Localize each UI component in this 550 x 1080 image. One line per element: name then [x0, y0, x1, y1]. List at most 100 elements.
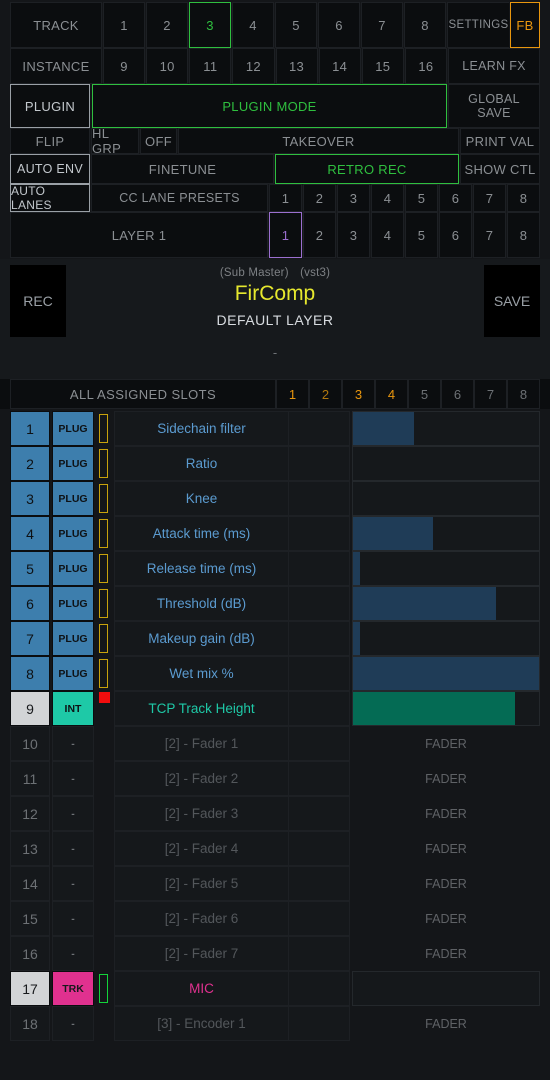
track-button-8[interactable]: 8	[404, 2, 446, 48]
param-type-badge[interactable]: PLUG	[52, 586, 94, 621]
param-label[interactable]: Sidechain filter	[114, 411, 289, 446]
layer-button-5[interactable]: 5	[405, 212, 438, 258]
param-bar[interactable]	[352, 516, 540, 551]
instance-button-16[interactable]: 16	[404, 48, 447, 84]
param-type-badge[interactable]: PLUG	[52, 551, 94, 586]
instance-button-15[interactable]: 15	[361, 48, 404, 84]
param-type-badge[interactable]: INT	[52, 691, 94, 726]
param-type-badge[interactable]: -	[52, 796, 94, 831]
param-type-badge[interactable]: -	[52, 761, 94, 796]
param-marker[interactable]	[97, 1006, 111, 1041]
learn-fx-button[interactable]: LEARN FX	[448, 48, 540, 84]
param-label[interactable]: [2] - Fader 5	[114, 866, 289, 901]
param-index[interactable]: 7	[10, 621, 50, 656]
cc-lane-preset-4[interactable]: 4	[371, 184, 404, 212]
param-type-badge[interactable]: TRK	[52, 971, 94, 1006]
param-fader-label[interactable]: FADER	[352, 796, 540, 831]
param-fader-label[interactable]: FADER	[352, 831, 540, 866]
param-index[interactable]: 15	[10, 901, 50, 936]
layer-button-4[interactable]: 4	[371, 212, 404, 258]
feedback-button[interactable]: FB	[510, 2, 540, 48]
param-marker[interactable]	[97, 656, 111, 691]
retro-rec-button[interactable]: RETRO REC	[275, 154, 459, 184]
param-bar[interactable]	[352, 446, 540, 481]
param-type-badge[interactable]: PLUG	[52, 481, 94, 516]
param-bar[interactable]	[352, 621, 540, 656]
slot-button-5[interactable]: 5	[408, 379, 441, 409]
auto-lanes-button[interactable]: AUTO LANES	[10, 184, 90, 212]
param-fader-label[interactable]: FADER	[352, 761, 540, 796]
param-fader-label[interactable]: FADER	[352, 1006, 540, 1041]
param-type-badge[interactable]: -	[52, 901, 94, 936]
param-index[interactable]: 17	[10, 971, 50, 1006]
param-fader-label[interactable]: FADER	[352, 866, 540, 901]
param-type-badge[interactable]: PLUG	[52, 621, 94, 656]
param-marker[interactable]	[97, 516, 111, 551]
instance-button-12[interactable]: 12	[232, 48, 275, 84]
param-type-badge[interactable]: PLUG	[52, 656, 94, 691]
param-label[interactable]: TCP Track Height	[114, 691, 289, 726]
hl-grp-button[interactable]: HL GRP	[91, 126, 139, 156]
param-label[interactable]: [2] - Fader 3	[114, 796, 289, 831]
off-button[interactable]: OFF	[140, 128, 177, 154]
param-index[interactable]: 13	[10, 831, 50, 866]
param-label[interactable]: Ratio	[114, 446, 289, 481]
param-fader-label[interactable]: FADER	[352, 936, 540, 971]
track-button-7[interactable]: 7	[361, 2, 403, 48]
plugin-mode-button[interactable]: PLUGIN MODE	[92, 84, 447, 128]
param-marker[interactable]	[97, 936, 111, 971]
param-type-badge[interactable]: -	[52, 726, 94, 761]
param-label[interactable]: [2] - Fader 2	[114, 761, 289, 796]
param-fader-label[interactable]: FADER	[352, 726, 540, 761]
track-button-6[interactable]: 6	[318, 2, 360, 48]
cc-lane-preset-8[interactable]: 8	[507, 184, 540, 212]
cc-lane-preset-2[interactable]: 2	[303, 184, 336, 212]
param-label[interactable]: Knee	[114, 481, 289, 516]
param-bar[interactable]	[352, 481, 540, 516]
slot-button-7[interactable]: 7	[474, 379, 507, 409]
param-index[interactable]: 5	[10, 551, 50, 586]
track-button-4[interactable]: 4	[232, 2, 274, 48]
slot-button-8[interactable]: 8	[507, 379, 540, 409]
layer-button-2[interactable]: 2	[303, 212, 336, 258]
cc-lane-preset-6[interactable]: 6	[439, 184, 472, 212]
param-marker[interactable]	[97, 621, 111, 656]
param-type-badge[interactable]: -	[52, 936, 94, 971]
param-bar[interactable]	[352, 551, 540, 586]
param-marker[interactable]	[97, 796, 111, 831]
slot-button-3[interactable]: 3	[342, 379, 375, 409]
param-marker[interactable]	[97, 446, 111, 481]
param-label[interactable]: Release time (ms)	[114, 551, 289, 586]
param-index[interactable]: 1	[10, 411, 50, 446]
param-index[interactable]: 4	[10, 516, 50, 551]
takeover-button[interactable]: TAKEOVER	[178, 128, 459, 154]
track-button-1[interactable]: 1	[103, 2, 145, 48]
slot-button-6[interactable]: 6	[441, 379, 474, 409]
param-index[interactable]: 6	[10, 586, 50, 621]
param-type-badge[interactable]: PLUG	[52, 446, 94, 481]
rec-button[interactable]: REC	[10, 265, 66, 337]
param-index[interactable]: 9	[10, 691, 50, 726]
param-marker[interactable]	[97, 691, 111, 726]
param-marker[interactable]	[97, 866, 111, 901]
layer-button-6[interactable]: 6	[439, 212, 472, 258]
param-marker[interactable]	[97, 481, 111, 516]
param-type-badge[interactable]: -	[52, 866, 94, 901]
instance-button-14[interactable]: 14	[318, 48, 361, 84]
finetune-button[interactable]: FINETUNE	[91, 154, 274, 184]
cc-lane-preset-1[interactable]: 1	[269, 184, 302, 212]
param-marker[interactable]	[97, 901, 111, 936]
track-button-5[interactable]: 5	[275, 2, 317, 48]
param-index[interactable]: 10	[10, 726, 50, 761]
instance-button-9[interactable]: 9	[103, 48, 146, 84]
param-marker[interactable]	[97, 551, 111, 586]
slot-button-1[interactable]: 1	[276, 379, 309, 409]
param-label[interactable]: Wet mix %	[114, 656, 289, 691]
layer-button-3[interactable]: 3	[337, 212, 370, 258]
cc-lane-preset-5[interactable]: 5	[405, 184, 438, 212]
global-save-button[interactable]: GLOBAL SAVE	[448, 84, 540, 128]
param-marker[interactable]	[97, 761, 111, 796]
param-label[interactable]: MIC	[114, 971, 289, 1006]
param-fader-label[interactable]: FADER	[352, 901, 540, 936]
instance-button-13[interactable]: 13	[275, 48, 318, 84]
